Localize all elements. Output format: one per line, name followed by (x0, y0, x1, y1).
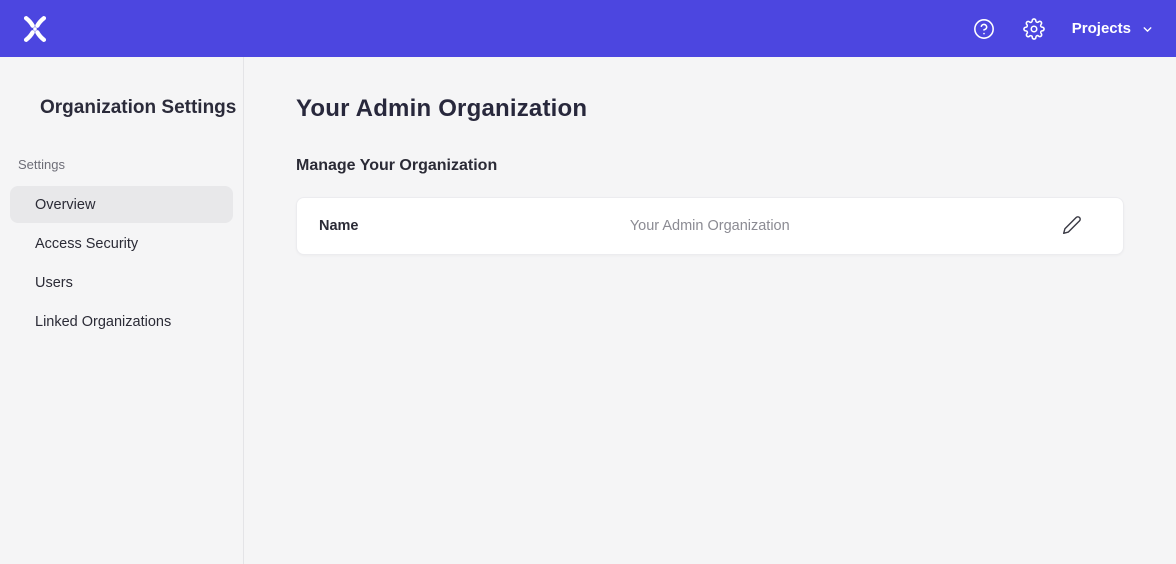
projects-dropdown[interactable]: Projects (1072, 20, 1154, 37)
projects-dropdown-label: Projects (1072, 20, 1131, 37)
section-title: Manage Your Organization (296, 157, 1124, 175)
name-field-label: Name (319, 218, 359, 234)
sidebar-section-label: Settings (0, 157, 243, 172)
sidebar-item-overview[interactable]: Overview (10, 186, 233, 223)
sidebar-item-linked-organizations[interactable]: Linked Organizations (10, 303, 233, 340)
main-content: Your Admin Organization Manage Your Orga… (244, 57, 1176, 564)
gear-icon (1023, 18, 1045, 40)
sidebar-title: Organization Settings (0, 97, 243, 119)
help-button[interactable] (972, 17, 996, 41)
help-circle-icon (973, 18, 995, 40)
sidebar-item-users[interactable]: Users (10, 264, 233, 301)
settings-sidebar: Organization Settings Settings OverviewA… (0, 57, 244, 564)
name-field-value: Your Admin Organization (359, 218, 1062, 234)
edit-name-button[interactable] (1061, 215, 1083, 237)
sidebar-item-access-security[interactable]: Access Security (10, 225, 233, 262)
top-navigation-bar: Projects (0, 0, 1176, 57)
organization-name-row: Name Your Admin Organization (296, 197, 1124, 255)
pencil-icon (1062, 215, 1082, 238)
brand-x-logo[interactable] (20, 14, 50, 44)
settings-button[interactable] (1022, 17, 1046, 41)
sidebar-nav-list: OverviewAccess SecurityUsersLinked Organ… (0, 186, 243, 340)
page-title: Your Admin Organization (296, 95, 1124, 123)
chevron-down-icon (1141, 21, 1154, 36)
